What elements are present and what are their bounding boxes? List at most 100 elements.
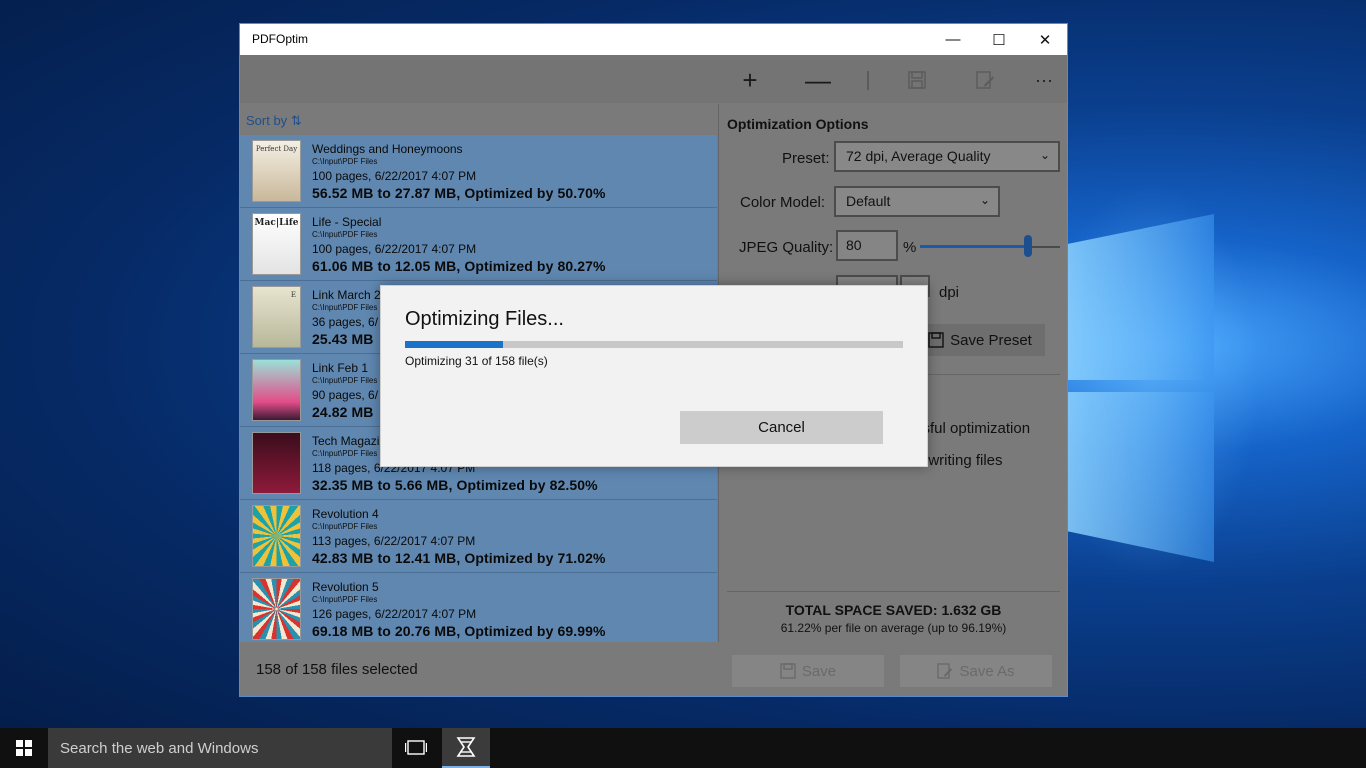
color-model-dropdown[interactable]: Default ⌄ — [834, 186, 1000, 217]
remove-icon: — — [805, 64, 831, 95]
bottom-bar: 158 of 158 files selected Save Save As — [240, 643, 1067, 696]
progress-dialog: Optimizing Files... Optimizing 31 of 158… — [380, 285, 928, 467]
save-button[interactable]: Save — [732, 655, 884, 687]
file-name: Link March 2 — [312, 288, 381, 302]
file-path: C:\Input\PDF Files — [312, 376, 378, 385]
maximize-button[interactable]: ☐ — [976, 24, 1022, 55]
chevron-down-icon: ⌄ — [979, 193, 990, 207]
selection-count: 158 of 158 files selected — [256, 661, 418, 678]
jpeg-quality-unit: % — [903, 239, 917, 256]
jpeg-quality-slider-fill — [920, 245, 1028, 248]
list-item[interactable]: Perfect Day Weddings and Honeymoons C:\I… — [240, 135, 717, 208]
more-icon: ··· — [1035, 69, 1053, 90]
save-icon — [780, 663, 796, 679]
close-button[interactable]: ✕ — [1022, 24, 1067, 55]
file-path: C:\Input\PDF Files — [312, 230, 378, 239]
file-pages: 100 pages, 6/22/2017 4:07 PM — [312, 169, 477, 183]
dialog-title: Optimizing Files... — [405, 308, 564, 330]
window-title: PDFOptim — [252, 32, 309, 46]
save-preset-button[interactable]: Save Preset — [915, 324, 1045, 356]
file-result: 42.83 MB to 12.41 MB, Optimized by 71.02… — [312, 550, 606, 566]
toolbar: + — | ··· — [240, 55, 1067, 103]
progress-status: Optimizing 31 of 158 file(s) — [405, 354, 548, 368]
totals-divider — [727, 591, 1060, 592]
color-model-label: Color Model: — [740, 194, 826, 211]
file-thumbnail: Perfect Day — [252, 140, 301, 202]
list-item[interactable]: Revolution 5 C:\Input\PDF Files 126 page… — [240, 573, 717, 642]
file-thumbnail — [252, 505, 301, 567]
preset-label: Preset: — [782, 150, 830, 167]
task-view-icon — [405, 740, 427, 755]
pdfoptim-icon — [456, 737, 476, 757]
save-icon — [928, 332, 944, 348]
file-name: Revolution 4 — [312, 507, 379, 521]
delete-after-success-option[interactable]: ssful optimization — [915, 420, 1030, 437]
toolbar-save-button[interactable] — [899, 63, 935, 97]
minimize-icon: — — [945, 31, 961, 48]
preset-dropdown[interactable]: 72 dpi, Average Quality ⌄ — [834, 141, 1060, 172]
file-pages: 90 pages, 6/ — [312, 388, 379, 402]
file-name: Revolution 5 — [312, 580, 379, 594]
title-bar[interactable]: PDFOptim — ☐ ✕ — [240, 24, 1067, 55]
edit-icon — [976, 71, 994, 89]
file-result: 56.52 MB to 27.87 MB, Optimized by 50.70… — [312, 185, 606, 201]
file-thumbnail — [252, 578, 301, 640]
file-result: 25.43 MB — [312, 331, 374, 347]
file-thumbnail — [252, 359, 301, 421]
options-heading: Optimization Options — [727, 116, 869, 132]
file-result: 69.18 MB to 20.76 MB, Optimized by 69.99… — [312, 623, 606, 639]
file-thumbnail — [252, 432, 301, 494]
windows-icon — [16, 740, 32, 756]
file-thumbnail: E — [252, 286, 301, 348]
file-result: 61.06 MB to 12.05 MB, Optimized by 80.27… — [312, 258, 606, 274]
file-path: C:\Input\PDF Files — [312, 522, 378, 531]
jpeg-quality-input[interactable]: 80 — [836, 230, 898, 261]
taskbar-search[interactable]: Search the web and Windows — [48, 728, 392, 768]
file-name: Link Feb 1 — [312, 361, 369, 375]
file-result: 24.82 MB — [312, 404, 374, 420]
sort-icon: ⇅ — [290, 113, 302, 128]
file-path: C:\Input\PDF Files — [312, 157, 378, 166]
file-result: 32.35 MB to 5.66 MB, Optimized by 82.50% — [312, 477, 598, 493]
cancel-button[interactable]: Cancel — [680, 411, 883, 444]
progress-bar-fill — [405, 341, 503, 348]
toolbar-separator: | — [865, 68, 871, 91]
minimize-button[interactable]: — — [930, 24, 976, 55]
maximize-icon: ☐ — [992, 31, 1006, 49]
list-item[interactable]: Revolution 4 C:\Input\PDF Files 113 page… — [240, 500, 717, 573]
sort-by-button[interactable]: Sort by ⇅ — [246, 113, 302, 129]
add-files-button[interactable]: + — [732, 63, 768, 97]
file-name: Tech Magazin — [312, 434, 387, 448]
add-icon: + — [742, 64, 758, 95]
file-thumbnail: Mac|Life — [252, 213, 301, 275]
jpeg-quality-slider-thumb[interactable] — [1024, 235, 1032, 257]
file-pages: 36 pages, 6/ — [312, 315, 379, 329]
chevron-down-icon: ⌄ — [1039, 148, 1050, 162]
save-as-icon — [937, 663, 953, 679]
save-icon — [908, 71, 926, 89]
file-pages: 113 pages, 6/22/2017 4:07 PM — [312, 534, 476, 548]
toolbar-edit-button[interactable] — [967, 63, 1003, 97]
remove-files-button[interactable]: — — [800, 63, 836, 97]
close-icon: ✕ — [1038, 31, 1052, 49]
start-button[interactable] — [0, 728, 48, 768]
file-name: Life - Special — [312, 215, 382, 229]
more-button[interactable]: ··· — [1026, 63, 1062, 97]
file-path: C:\Input\PDF Files — [312, 595, 378, 604]
taskbar-pdfoptim-app[interactable] — [442, 728, 490, 768]
search-placeholder: Search the web and Windows — [60, 740, 259, 757]
file-pages: 100 pages, 6/22/2017 4:07 PM — [312, 242, 477, 256]
progress-bar — [405, 341, 903, 348]
jpeg-quality-label: JPEG Quality: — [739, 239, 834, 256]
save-as-button[interactable]: Save As — [900, 655, 1052, 687]
file-pages: 126 pages, 6/22/2017 4:07 PM — [312, 607, 477, 621]
task-view-button[interactable] — [392, 728, 440, 768]
average-savings: 61.22% per file on average (up to 96.19%… — [780, 621, 1007, 635]
dpi-unit: dpi — [939, 284, 960, 301]
confirm-overwrite-option[interactable]: erwriting files — [915, 452, 1003, 469]
taskbar: Search the web and Windows — [0, 728, 1366, 768]
file-path: C:\Input\PDF Files — [312, 303, 378, 312]
total-space-saved: TOTAL SPACE SAVED: 1.632 GB — [785, 602, 1002, 618]
list-item[interactable]: Mac|Life Life - Special C:\Input\PDF Fil… — [240, 208, 717, 281]
sort-bar: Sort by ⇅ — [240, 104, 717, 135]
